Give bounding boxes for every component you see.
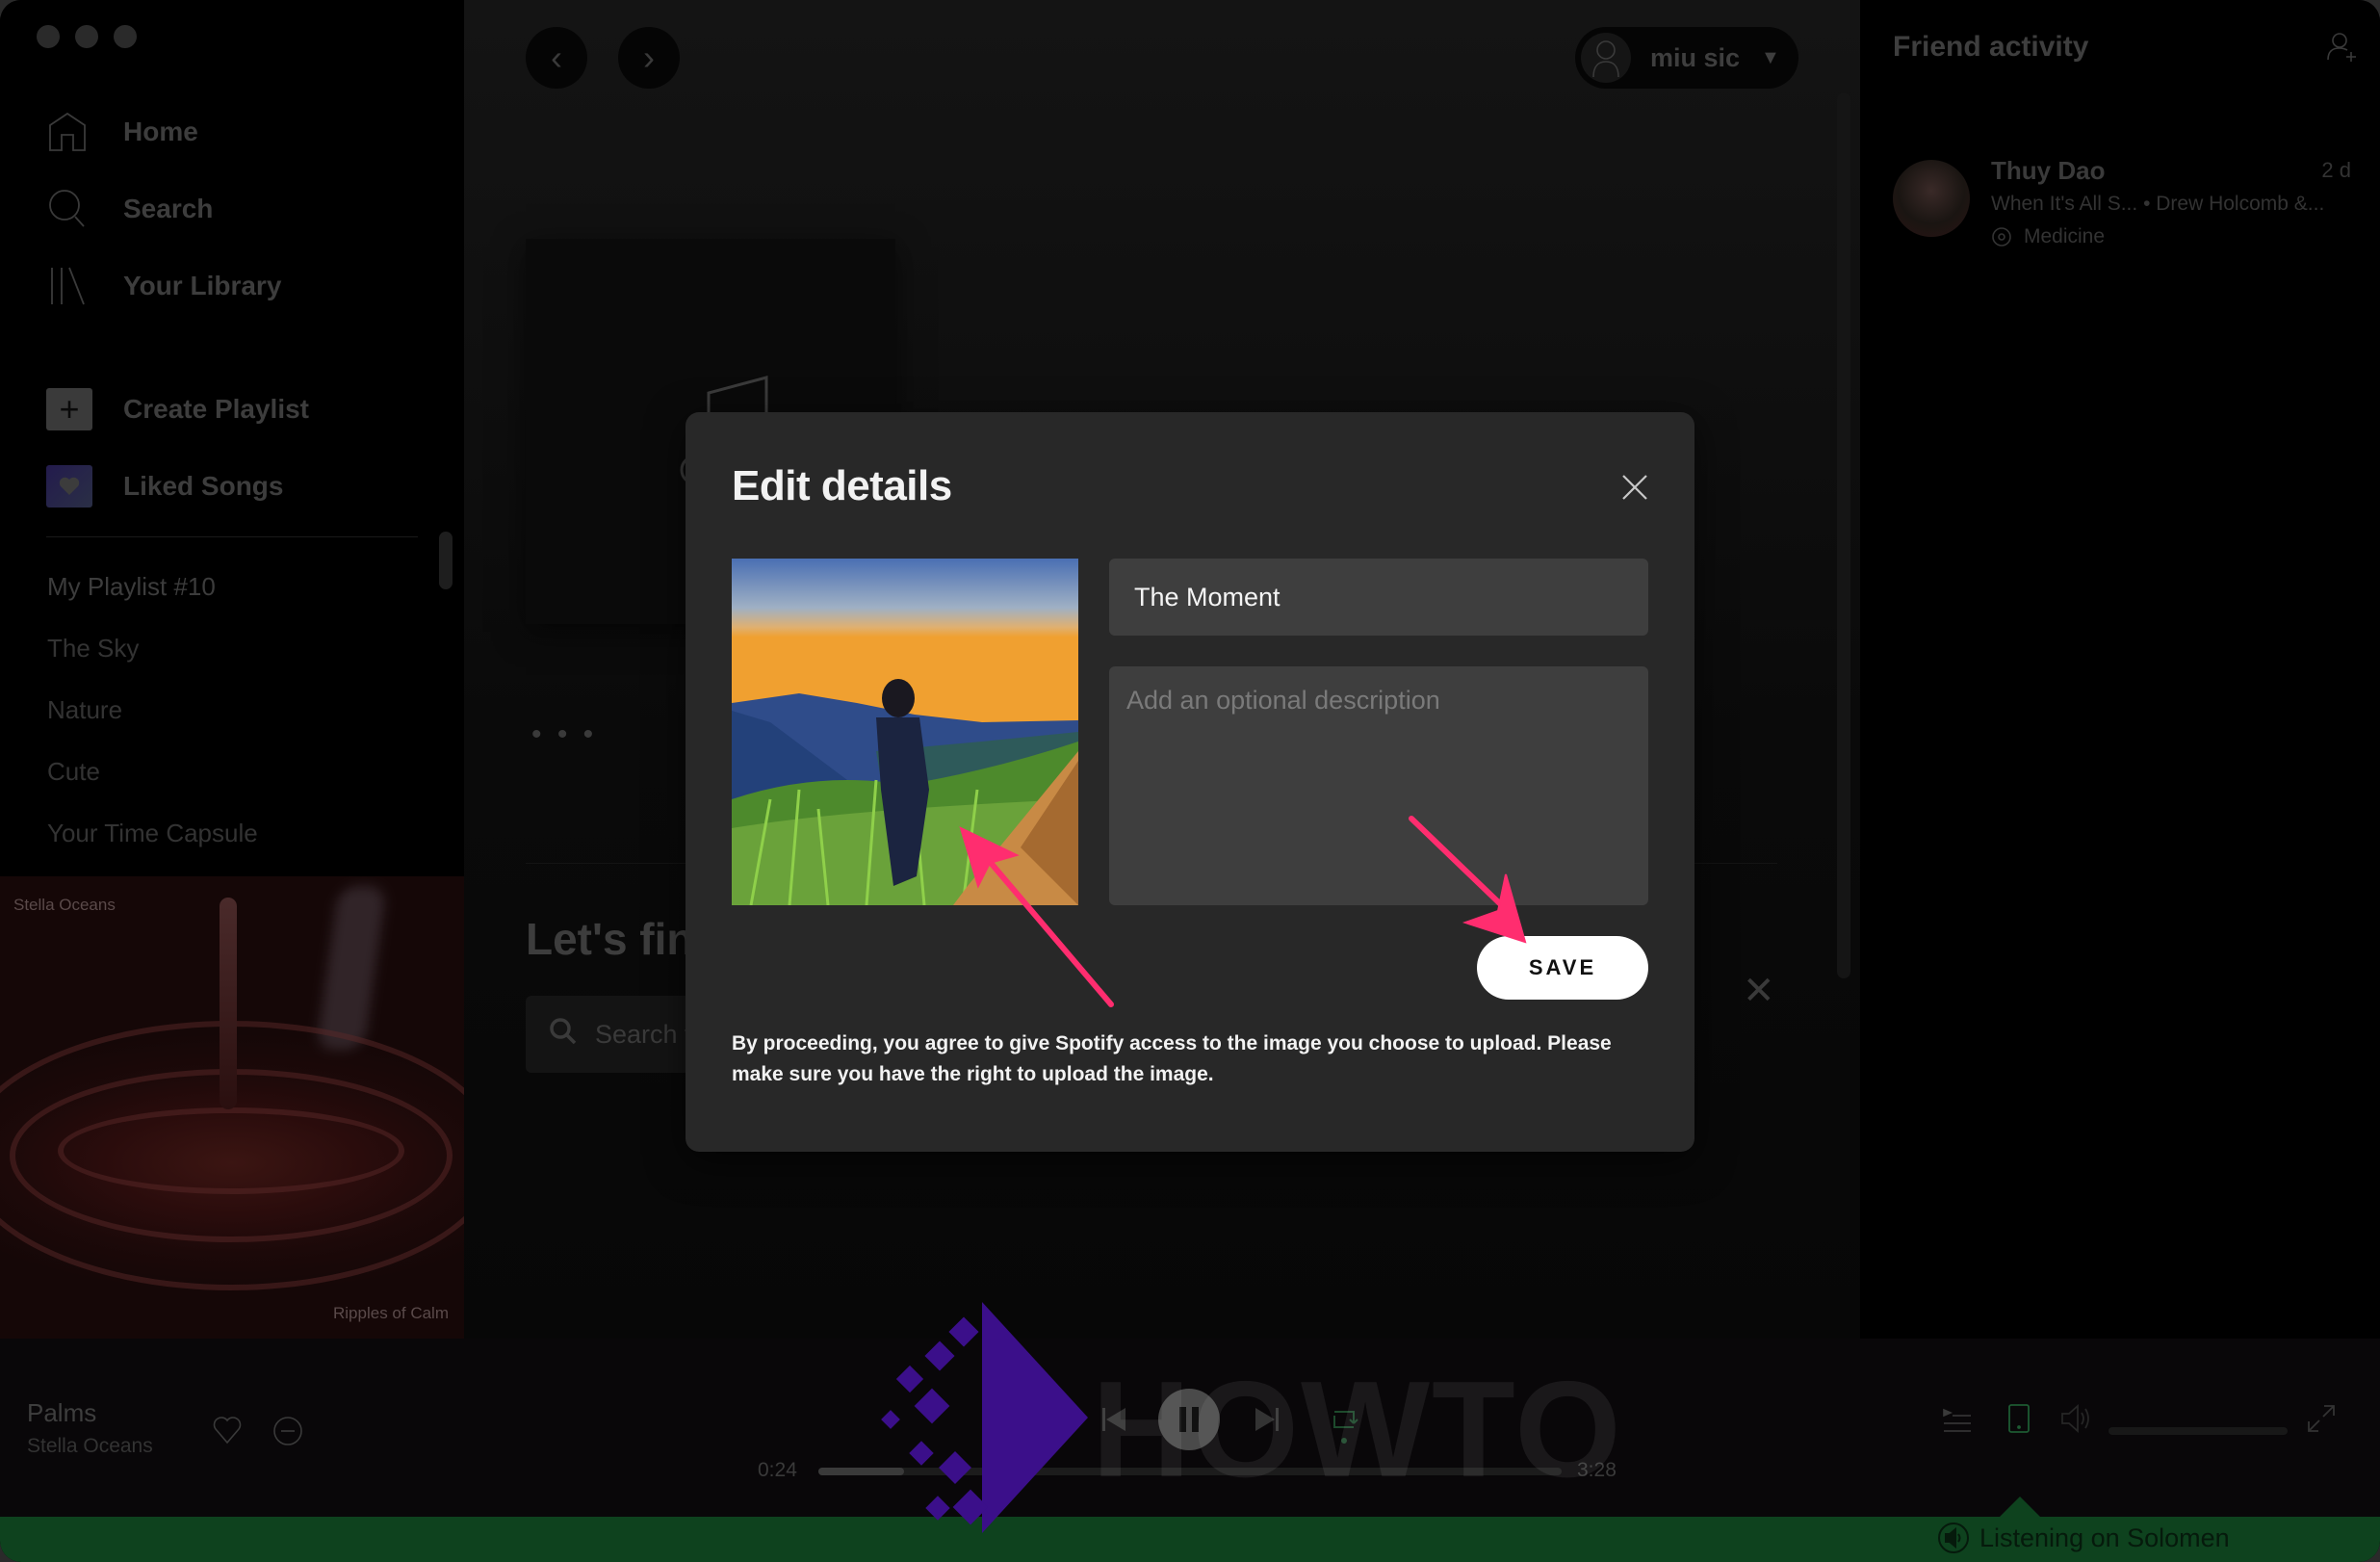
playlist-cover-image[interactable] (732, 559, 1078, 905)
edit-details-dialog: Edit details The Moment Add an optional … (686, 412, 1694, 1152)
dialog-title: Edit details (732, 462, 952, 509)
close-dialog-button[interactable] (1614, 466, 1656, 508)
save-button[interactable]: SAVE (1477, 936, 1648, 1000)
spotify-window: Home Search Your Library + Create Playli… (0, 0, 2380, 1562)
cover-photo (732, 559, 1078, 905)
close-icon (1622, 475, 1647, 500)
person-head (882, 679, 915, 717)
playlist-description-input[interactable] (1109, 666, 1648, 905)
playlist-name-input[interactable] (1109, 559, 1648, 636)
upload-disclaimer: By proceeding, you agree to give Spotify… (732, 1032, 1612, 1085)
